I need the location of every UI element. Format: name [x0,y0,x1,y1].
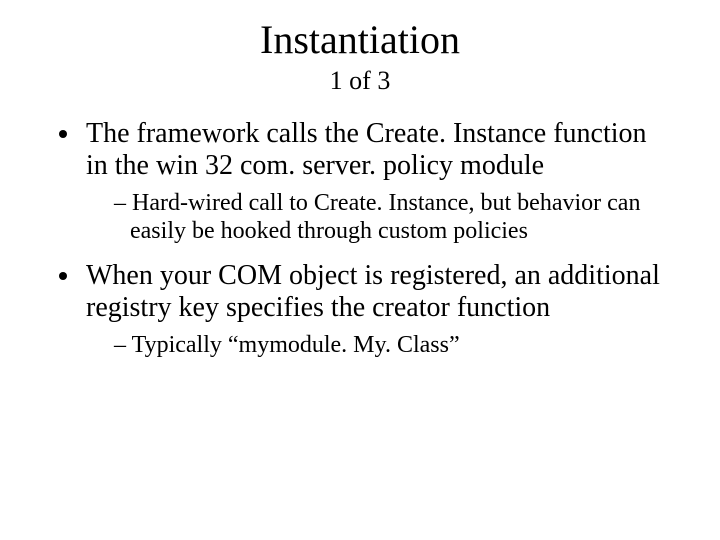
bullet-text: When your COM object is registered, an a… [86,260,660,323]
bullet-text: The framework calls the Create. Instance… [86,118,647,181]
sub-bullet-list: Typically “mymodule. My. Class” [86,332,670,360]
sub-bullet-text: Hard-wired call to Create. Instance, but… [130,190,640,244]
bullet-item-1: The framework calls the Create. Instance… [82,118,670,246]
sub-bullet-list: Hard-wired call to Create. Instance, but… [86,190,670,245]
sub-bullet-item: Hard-wired call to Create. Instance, but… [114,190,670,245]
sub-bullet-item: Typically “mymodule. My. Class” [114,332,670,360]
bullet-list: The framework calls the Create. Instance… [50,118,670,360]
slide-title: Instantiation [50,18,670,62]
slide-subtitle: 1 of 3 [50,66,670,96]
sub-bullet-text: Typically “mymodule. My. Class” [132,332,460,358]
slide: Instantiation 1 of 3 The framework calls… [0,0,720,540]
bullet-item-2: When your COM object is registered, an a… [82,260,670,360]
